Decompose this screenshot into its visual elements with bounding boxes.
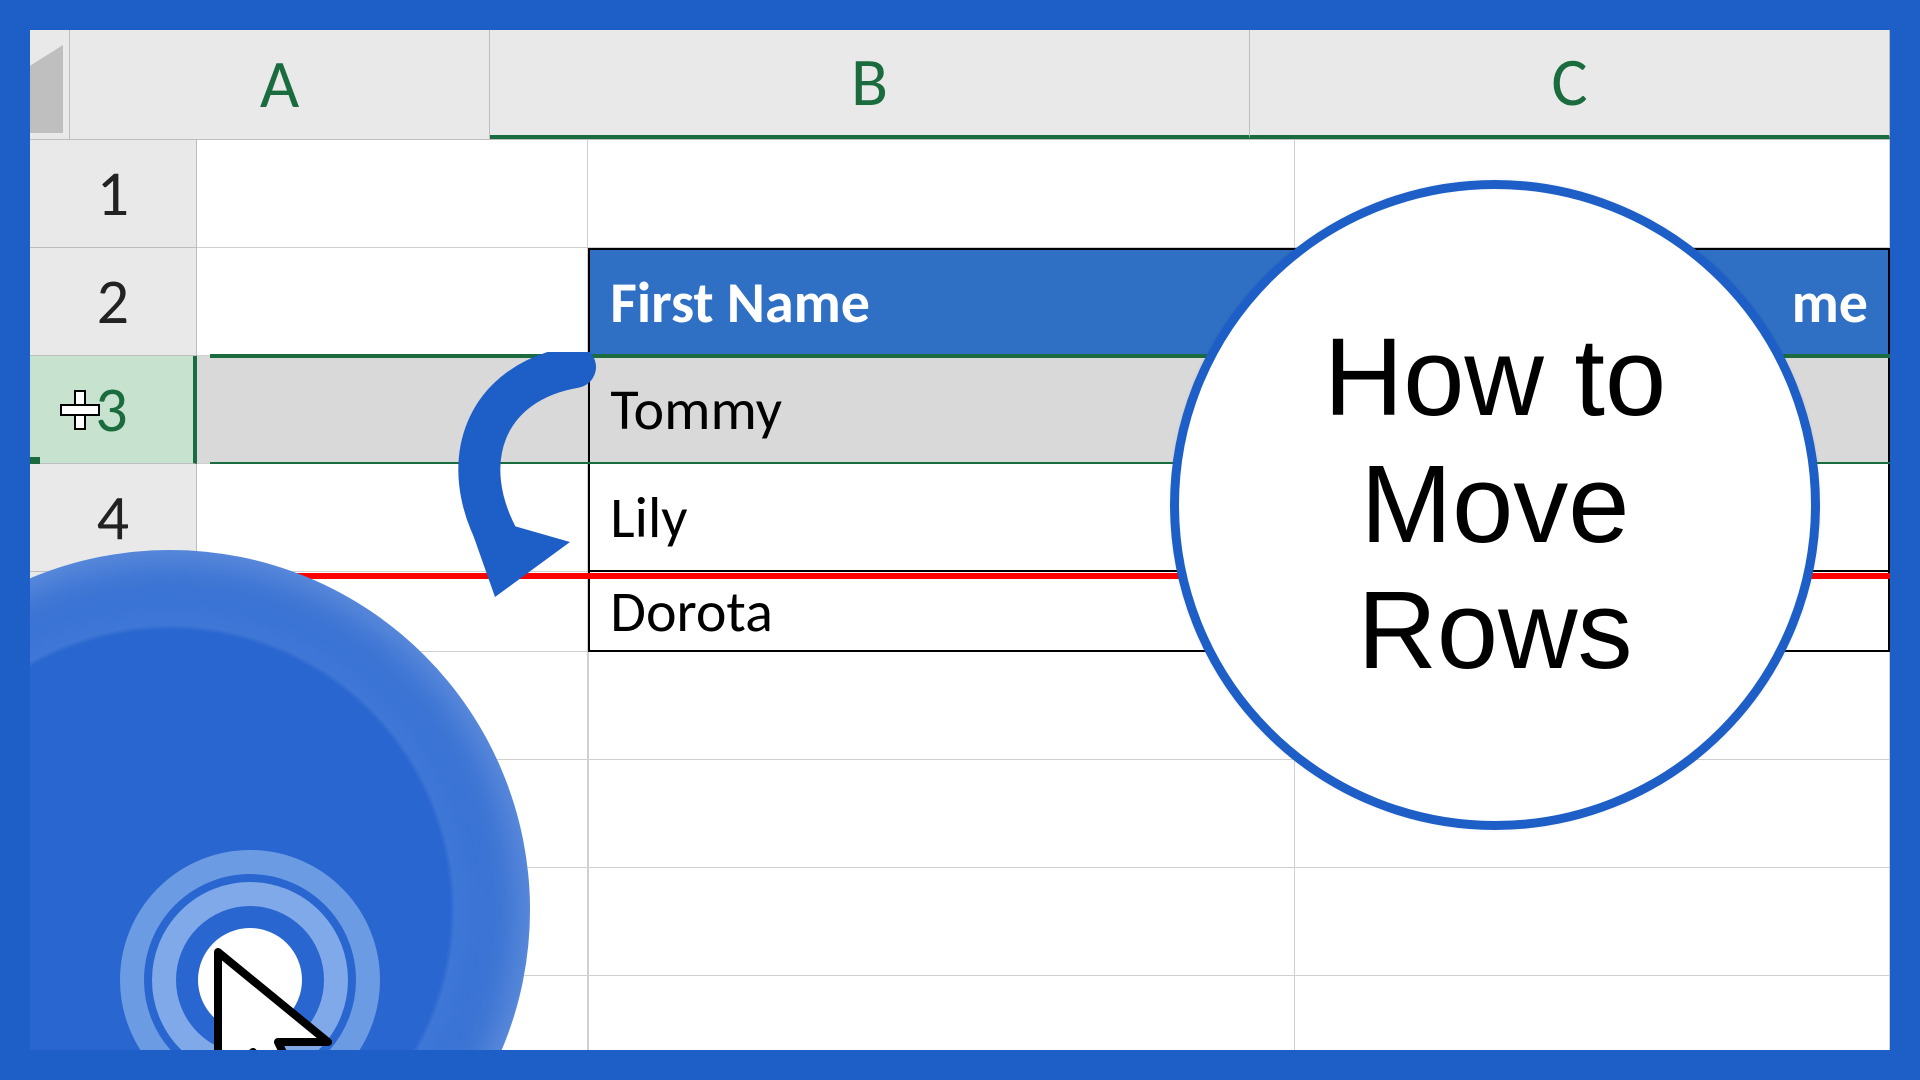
curved-arrow-icon xyxy=(425,352,645,602)
cursor-arrow-icon xyxy=(208,942,348,1050)
column-header-a[interactable]: A xyxy=(70,30,490,139)
cell-b2-header[interactable]: First Name xyxy=(588,248,1294,356)
callout-line3: Rows xyxy=(1357,569,1632,692)
cell-a1[interactable] xyxy=(197,140,589,248)
select-all-triangle[interactable] xyxy=(30,30,70,139)
cell-a2[interactable] xyxy=(197,248,589,356)
cell-b9[interactable] xyxy=(588,976,1294,1050)
row-select-cursor-icon xyxy=(60,390,96,426)
thumbnail-frame: A B C 1 2 First Name me 3 Tommy 4 Lily xyxy=(30,30,1890,1050)
cell-b6[interactable] xyxy=(588,652,1294,760)
title-callout-text: How to Move Rows xyxy=(1324,315,1666,695)
title-callout-circle: How to Move Rows xyxy=(1170,180,1820,830)
cell-b1[interactable] xyxy=(588,140,1294,248)
column-header-c[interactable]: C xyxy=(1250,30,1890,139)
cell-b8[interactable] xyxy=(588,868,1294,976)
column-header-row: A B C xyxy=(30,30,1890,140)
cell-b7[interactable] xyxy=(588,760,1294,868)
callout-line2: Move xyxy=(1361,443,1630,566)
row-header-1[interactable]: 1 xyxy=(30,140,197,248)
callout-line1: How to xyxy=(1324,316,1666,439)
column-header-b[interactable]: B xyxy=(490,30,1250,139)
cell-c8[interactable] xyxy=(1295,868,1890,976)
row-header-2[interactable]: 2 xyxy=(30,248,197,356)
row-header-3[interactable]: 3 xyxy=(30,356,197,464)
cell-c9[interactable] xyxy=(1295,976,1890,1050)
